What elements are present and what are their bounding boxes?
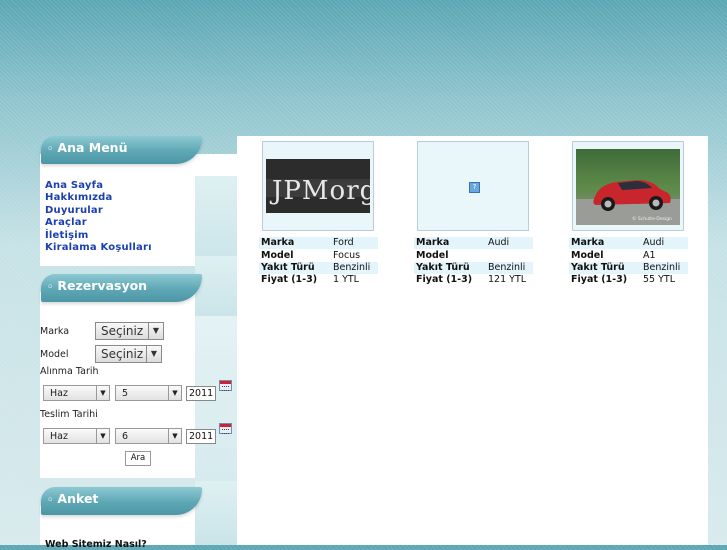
model-select[interactable]: Seçiniz ▼ — [95, 345, 162, 363]
calendar-icon[interactable] — [219, 423, 232, 434]
car-spec-table: Marka Audi Model Yakıt Türü Benzinli Fiyat… — [414, 237, 533, 287]
car-thumbnail[interactable]: © Schulte-Design — [572, 141, 684, 231]
image-caption: © Schulte-Design — [632, 215, 672, 222]
table-row: Model A1 — [571, 249, 656, 261]
poll-header: ◦ Anket — [41, 487, 202, 515]
model-label: Model — [40, 349, 69, 360]
car-thumbnail[interactable]: ? — [417, 141, 529, 231]
chevron-down-icon: ▼ — [148, 323, 163, 339]
table-row: Marka Audi — [414, 237, 533, 250]
table-row: Marka Audi — [569, 237, 688, 250]
menu-item-duyurular[interactable]: Duyurular — [45, 205, 152, 217]
jp-morgan-logo-image: JPMorgan — [266, 159, 411, 213]
reservation-header: ◦ Rezervasyon — [41, 274, 202, 302]
marka-select[interactable]: Seçiniz ▼ — [95, 322, 164, 340]
teslim-day-select[interactable]: 6 ▼ — [115, 428, 182, 444]
car-thumbnail[interactable]: JPMorgan — [262, 141, 411, 231]
chevron-down-icon: ▼ — [146, 346, 161, 362]
red-audi-car-image: © Schulte-Design — [576, 149, 680, 225]
table-row: Fiyat (1-3) 55 YTL — [571, 274, 676, 286]
chevron-down-icon: ▼ — [96, 429, 109, 443]
svg-text:JPMorgan: JPMorgan — [269, 176, 370, 206]
car-list: JPMorgan MarkaFord ModelFocus Yakıt Türü… — [237, 136, 708, 545]
table-row: Fiyat (1-3) 121 YTL — [416, 274, 527, 286]
bullet-icon: ◦ — [47, 144, 54, 155]
marka-label: Marka — [40, 326, 70, 337]
car-spec-table: Marka Ford Model Focus Yakıt Türü Benzinli … — [259, 237, 378, 287]
menu-item-iletisim[interactable]: İletişim — [45, 230, 152, 242]
alinma-day-select[interactable]: 5 ▼ — [115, 385, 182, 401]
table-row: Yakıt Türü Benzinli — [414, 261, 533, 275]
bullet-icon: ◦ — [47, 282, 54, 293]
reservation-stripe — [195, 256, 237, 316]
menu-item-ana-sayfa[interactable]: Ana Sayfa — [45, 180, 152, 192]
table-row: Model — [416, 249, 449, 261]
car-spec-table: Marka Audi Model A1 Yakıt Türü Benzinli Fiy… — [569, 237, 688, 287]
teslim-tarihi-label: Teslim Tarihi — [40, 409, 98, 420]
table-row: Yakıt Türü Benzinli — [569, 261, 688, 275]
main-menu: Ana Sayfa Hakkımızda Duyurular Araçlar İ… — [45, 180, 152, 254]
header-banner — [0, 0, 727, 136]
table-row: Marka Ford — [259, 237, 378, 250]
table-row: Model Focus — [261, 249, 361, 261]
bullet-icon: ◦ — [47, 495, 54, 506]
alinma-year-input[interactable]: 2011 — [186, 386, 216, 401]
menu-item-araclar[interactable]: Araçlar — [45, 217, 152, 229]
table-row: Yakıt Türü Benzinli — [259, 261, 378, 275]
search-button[interactable]: Ara — [125, 451, 151, 466]
chevron-down-icon: ▼ — [168, 429, 181, 443]
teslim-month-select[interactable]: Haz ▼ — [43, 428, 110, 444]
calendar-icon[interactable] — [219, 380, 232, 391]
chevron-down-icon: ▼ — [96, 386, 109, 400]
table-row: Fiyat (1-3) 1 YTL — [261, 274, 359, 286]
menu-stripe — [195, 176, 237, 266]
menu-item-hakkimizda[interactable]: Hakkımızda — [45, 192, 152, 204]
broken-image-icon: ? — [469, 182, 480, 193]
chevron-down-icon: ▼ — [168, 386, 181, 400]
teslim-year-input[interactable]: 2011 — [186, 429, 216, 444]
alinma-tarih-label: Alınma Tarih — [40, 366, 99, 377]
menu-item-kiralama-kosullari[interactable]: Kiralama Koşulları — [45, 242, 152, 254]
menu-header: ◦ Ana Menü — [41, 136, 202, 164]
left-sidebar: ◦ Ana Menü Ana Sayfa Hakkımızda Duyurular… — [40, 136, 237, 550]
alinma-month-select[interactable]: Haz ▼ — [43, 385, 110, 401]
